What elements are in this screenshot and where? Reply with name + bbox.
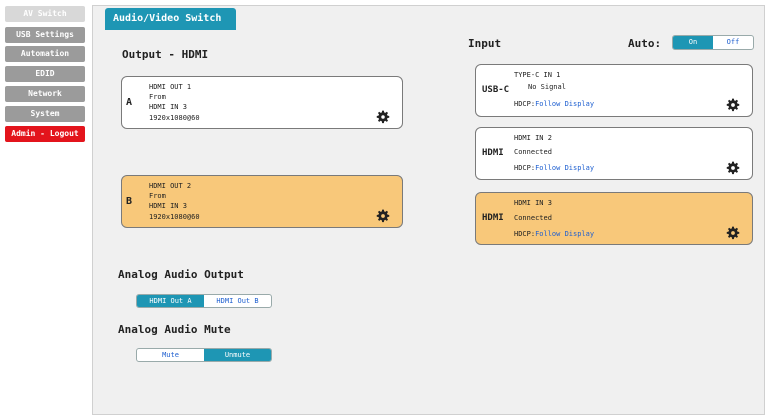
output-from-label: From [149, 93, 166, 101]
hdmi-out-a-option[interactable]: HDMI Out A [137, 295, 204, 307]
auto-label: Auto: [628, 37, 662, 50]
hdcp-label: HDCP: [514, 100, 536, 108]
gear-icon[interactable] [726, 226, 740, 240]
sidebar-item-automation[interactable]: Automation [5, 46, 85, 62]
gear-icon[interactable] [726, 98, 740, 112]
input-name: HDMI IN 2 [514, 134, 552, 142]
auto-on-option[interactable]: On [673, 36, 713, 49]
analog-audio-output-heading: Analog Audio Output [118, 268, 244, 281]
sidebar-item-network[interactable]: Network [5, 86, 85, 102]
input-box-2[interactable]: HDMI HDMI IN 2 Connected HDCP:Follow Dis… [475, 127, 753, 180]
sidebar-item-system[interactable]: System [5, 106, 85, 122]
hdcp-label: HDCP: [514, 230, 536, 238]
analog-audio-mute-heading: Analog Audio Mute [118, 323, 231, 336]
sidebar-item-admin-logout[interactable]: Admin - Logout [5, 126, 85, 142]
analog-audio-mute-toggle[interactable]: Mute Unmute [136, 348, 272, 362]
output-letter: B [126, 196, 133, 207]
hdcp-value: Follow Display [535, 230, 595, 238]
auto-off-option[interactable]: Off [713, 36, 753, 49]
output-source: HDMI IN 3 [149, 202, 187, 210]
analog-audio-output-toggle[interactable]: HDMI Out A HDMI Out B [136, 294, 272, 308]
input-status: Connected [514, 148, 552, 156]
output-box-b[interactable]: B HDMI OUT 2 From HDMI IN 3 1920x1080@60 [121, 175, 403, 228]
input-type: HDMI [482, 148, 504, 158]
input-status: Connected [514, 214, 552, 222]
auto-toggle[interactable]: On Off [672, 35, 754, 50]
hdcp-value: Follow Display [535, 164, 595, 172]
input-box-1[interactable]: USB-C TYPE-C IN 1 No Signal HDCP:Follow … [475, 64, 753, 117]
gear-icon[interactable] [726, 161, 740, 175]
input-type: USB-C [482, 85, 510, 95]
output-resolution: 1920x1080@60 [149, 213, 200, 221]
input-box-3[interactable]: HDMI HDMI IN 3 Connected HDCP:Follow Dis… [475, 192, 753, 245]
output-heading: Output - HDMI [122, 48, 209, 61]
output-name: HDMI OUT 1 [149, 83, 192, 91]
hdcp-value: Follow Display [535, 100, 595, 108]
gear-icon[interactable] [376, 209, 390, 223]
hdcp-row[interactable]: HDCP:Follow Display [514, 230, 594, 238]
output-resolution: 1920x1080@60 [149, 114, 200, 122]
output-box-a[interactable]: A HDMI OUT 1 From HDMI IN 3 1920x1080@60 [121, 76, 403, 129]
unmute-option[interactable]: Unmute [204, 349, 271, 361]
input-status: No Signal [528, 83, 566, 91]
hdcp-row[interactable]: HDCP:Follow Display [514, 164, 594, 172]
gear-icon[interactable] [376, 110, 390, 124]
input-heading: Input [468, 37, 502, 50]
sidebar-item-av-switch[interactable]: AV Switch [5, 6, 85, 22]
page-title: Audio/Video Switch [105, 8, 236, 30]
input-type: HDMI [482, 213, 504, 223]
sidebar: AV Switch USB Settings Automation EDID N… [0, 0, 90, 420]
output-name: HDMI OUT 2 [149, 182, 192, 190]
mute-option[interactable]: Mute [137, 349, 204, 361]
hdmi-out-b-option[interactable]: HDMI Out B [204, 295, 271, 307]
sidebar-item-usb-settings[interactable]: USB Settings [5, 27, 85, 43]
output-from-label: From [149, 192, 166, 200]
output-source: HDMI IN 3 [149, 103, 187, 111]
input-name: TYPE-C IN 1 [514, 71, 561, 79]
hdcp-row[interactable]: HDCP:Follow Display [514, 100, 594, 108]
input-name: HDMI IN 3 [514, 199, 552, 207]
sidebar-item-edid[interactable]: EDID [5, 66, 85, 82]
hdcp-label: HDCP: [514, 164, 536, 172]
output-letter: A [126, 97, 133, 108]
